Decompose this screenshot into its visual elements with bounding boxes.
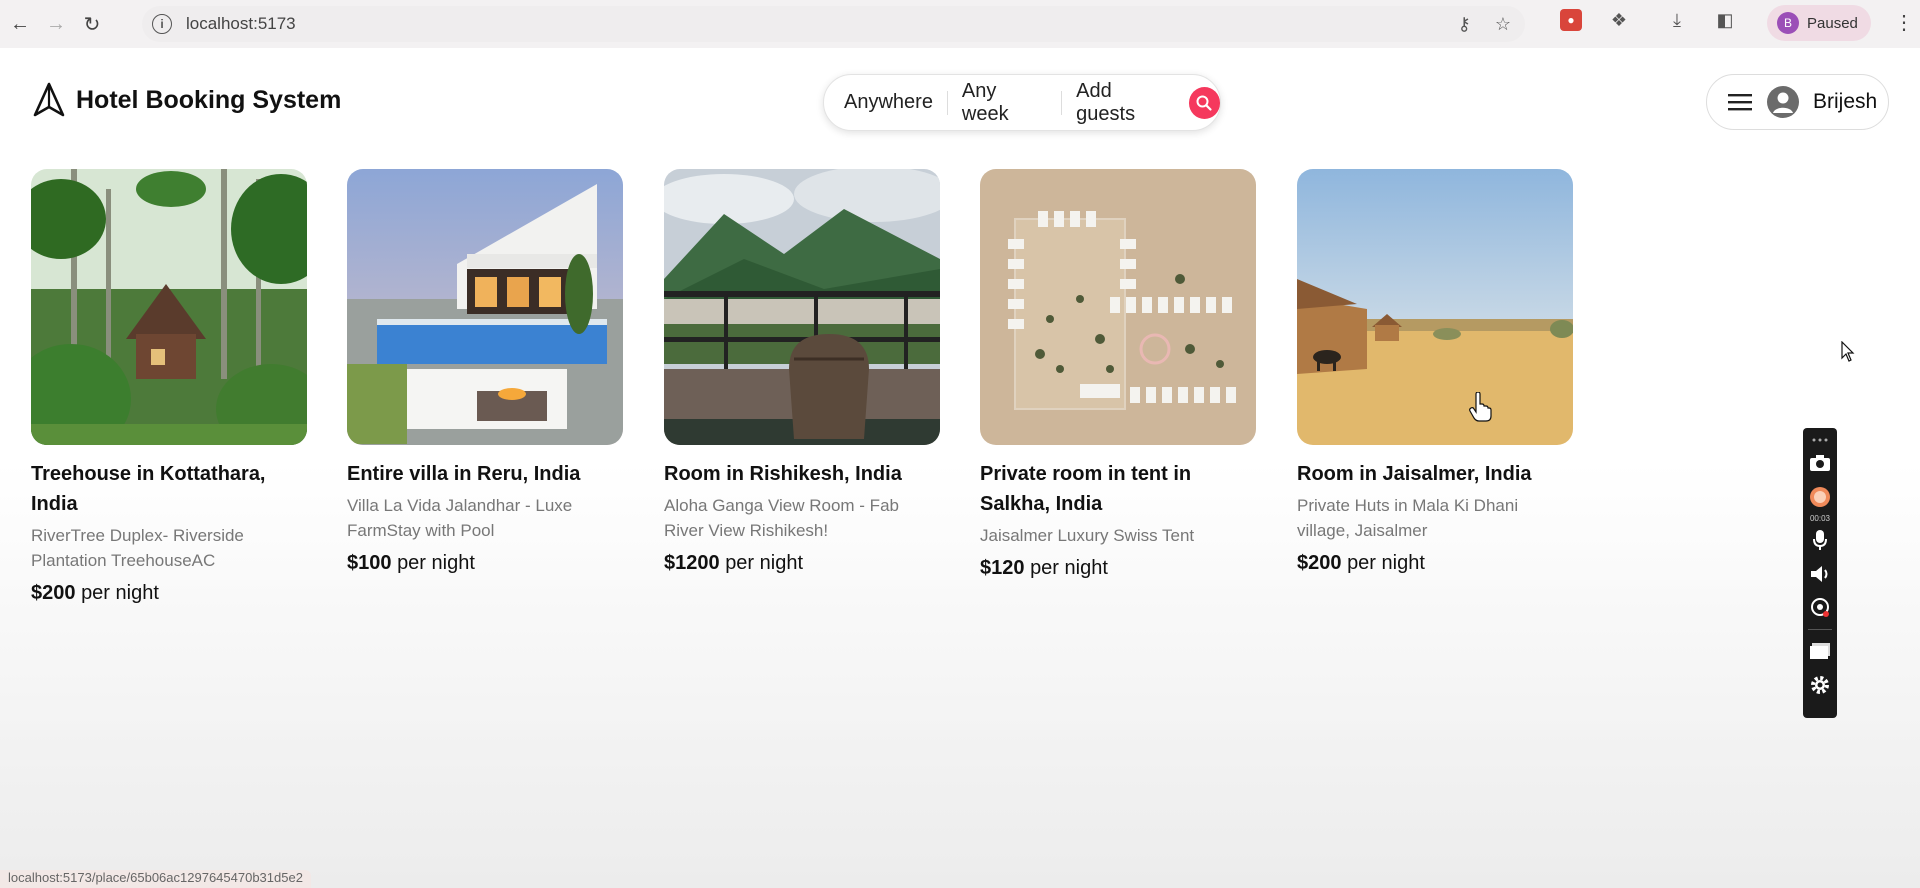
settings-gear-icon[interactable] [1808,673,1832,697]
webcam-icon[interactable] [1808,596,1832,620]
place-title[interactable]: Private room in tent in Salkha, India [980,459,1256,519]
downloads-icon[interactable]: ⤓ [1666,9,1688,31]
microphone-icon[interactable] [1808,528,1832,552]
screen-select-icon[interactable] [1808,639,1832,663]
place-card[interactable]: Entire villa in Reru, India Villa La Vid… [347,169,623,578]
place-title[interactable]: Entire villa in Reru, India [347,459,623,489]
site-info-icon[interactable]: i [152,14,172,34]
place-price-line: $200 per night [31,578,307,608]
browser-toolbar: ← → ↻ i localhost:5173 ⚷ ☆ ● ❖ ⤓ ◧ B Pau… [0,0,1920,48]
place-description: Aloha Ganga View Room - Fab River View R… [664,496,899,540]
forward-icon[interactable]: → [38,6,74,42]
place-price: $200 [1297,552,1342,574]
user-name: Brijesh [1813,90,1878,113]
price-suffix: per night [397,552,475,574]
price-suffix: per night [81,582,159,604]
recorder-toolbar: 00:03 [1803,428,1837,718]
price-suffix: per night [1030,557,1108,579]
divider [1808,629,1832,630]
back-icon[interactable]: ← [2,6,38,42]
search-bar[interactable]: Anywhere Any week Add guests [823,74,1221,131]
profile-status: Paused [1807,14,1858,32]
app-title: Hotel Booking System [76,85,342,114]
place-price-line: $100 per night [347,548,623,578]
profile-button[interactable]: B Paused [1767,5,1871,41]
place-description: Jaisalmer Luxury Swiss Tent [980,526,1195,545]
place-photo[interactable] [980,169,1256,445]
price-suffix: per night [1347,552,1425,574]
app-logo[interactable]: Hotel Booking System [32,82,341,118]
place-price: $1200 [664,552,720,574]
price-suffix: per night [725,552,804,574]
search-button[interactable] [1188,86,1220,119]
camera-icon[interactable] [1808,451,1832,475]
extensions-puzzle-icon[interactable]: ❖ [1608,9,1630,31]
address-bar[interactable]: i localhost:5173 ⚷ ☆ [142,6,1525,42]
browser-menu-icon[interactable]: ⋮ [1894,10,1914,35]
extension-recorder-icon[interactable]: ● [1560,9,1582,31]
place-description: Villa La Vida Jalandhar - Luxe FarmStay … [347,496,573,540]
place-description: RiverTree Duplex- Riverside Plantation T… [31,526,244,570]
mouse-pointer-icon [1841,341,1855,362]
place-card[interactable]: Room in Jaisalmer, India Private Huts in… [1297,169,1573,578]
place-photo[interactable] [664,169,940,445]
paper-plane-icon [33,82,65,117]
place-photo[interactable] [347,169,623,445]
place-price-line: $120 per night [980,553,1256,583]
speaker-icon[interactable] [1808,562,1832,586]
place-card[interactable]: Treehouse in Kottathara, India RiverTree… [31,169,307,608]
bookmark-star-icon[interactable]: ☆ [1495,14,1511,35]
place-photo[interactable] [1297,169,1573,445]
user-menu-button[interactable]: Brijesh [1706,74,1889,130]
status-bar-url: localhost:5173/place/65b06ac1297645470b3… [0,870,311,888]
reload-icon[interactable]: ↻ [74,6,110,42]
hamburger-menu-icon [1728,94,1752,111]
place-price: $120 [980,557,1025,579]
place-description: Private Huts in Mala Ki Dhani village, J… [1297,496,1519,540]
password-key-icon[interactable]: ⚷ [1458,14,1471,35]
url-text: localhost:5173 [186,14,296,33]
user-avatar-icon [1767,86,1799,118]
place-title[interactable]: Treehouse in Kottathara, India [31,459,307,519]
profile-avatar: B [1777,12,1799,34]
place-price-line: $1200 per night [664,548,940,578]
place-card[interactable]: Room in Rishikesh, India Aloha Ganga Vie… [664,169,940,578]
place-title[interactable]: Room in Jaisalmer, India [1297,459,1573,489]
record-icon[interactable] [1808,485,1832,509]
place-price: $200 [31,582,76,604]
place-photo[interactable] [31,169,307,445]
place-price: $100 [347,552,392,574]
place-title[interactable]: Room in Rishikesh, India [664,459,940,489]
recording-timer: 00:03 [1809,514,1831,523]
search-icon [1196,95,1212,111]
divider [946,90,948,115]
hand-pointer-icon [1469,392,1492,422]
side-panel-icon[interactable]: ◧ [1714,9,1736,31]
search-location[interactable]: Anywhere [844,91,933,114]
recorder-handle-icon[interactable] [1808,434,1832,446]
search-guests[interactable]: Add guests [1076,80,1174,126]
place-card[interactable]: Private room in tent in Salkha, India Ja… [980,169,1256,583]
divider [1061,90,1063,115]
search-dates[interactable]: Any week [962,80,1047,126]
place-price-line: $200 per night [1297,548,1573,578]
